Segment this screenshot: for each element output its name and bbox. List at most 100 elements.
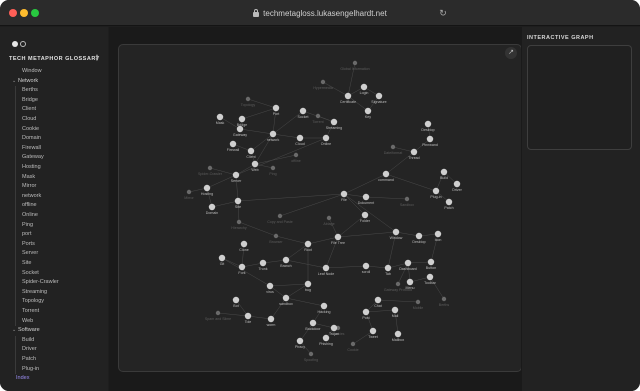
graph-node-dot[interactable] xyxy=(269,130,277,138)
graph-node-dot[interactable] xyxy=(309,319,317,327)
graph-node[interactable]: Hypermedia xyxy=(313,79,333,90)
graph-node[interactable]: Mailbox xyxy=(392,330,405,342)
graph-canvas[interactable]: Global Information Hypermedia Certificate L… xyxy=(118,44,522,372)
graph-node-dot[interactable] xyxy=(315,113,321,119)
graph-node-dot[interactable] xyxy=(406,278,414,286)
maximize-window-button[interactable] xyxy=(31,9,39,17)
graph-node[interactable]: Dokument xyxy=(358,193,374,205)
tree-item[interactable]: Streaming xyxy=(22,288,47,297)
interactive-graph-preview[interactable] xyxy=(527,45,632,150)
graph-node-dot[interactable] xyxy=(293,152,299,158)
graph-node[interactable]: Post xyxy=(362,308,370,320)
graph-node[interactable]: Spider-Crawler xyxy=(198,165,223,176)
graph-node[interactable]: Tab xyxy=(384,264,392,276)
tree-item[interactable]: Driver xyxy=(22,345,37,354)
expand-icon[interactable]: ↗ xyxy=(505,47,517,59)
graph-node-dot[interactable] xyxy=(320,79,326,85)
graph-node-dot[interactable] xyxy=(352,60,358,66)
graph-node-dot[interactable] xyxy=(245,96,251,102)
tree-item[interactable]: Ping xyxy=(22,221,33,230)
graph-node-dot[interactable] xyxy=(427,258,435,266)
minimize-window-button[interactable] xyxy=(20,9,28,17)
graph-node[interactable]: Torrent xyxy=(312,113,324,124)
graph-node-dot[interactable] xyxy=(369,327,377,335)
graph-node-dot[interactable] xyxy=(238,263,246,271)
graph-node-dot[interactable] xyxy=(320,302,328,310)
graph-node[interactable]: Hacking xyxy=(318,302,331,314)
graph-node-dot[interactable] xyxy=(391,306,399,314)
graph-node-dot[interactable] xyxy=(308,351,314,357)
graph-node-dot[interactable] xyxy=(395,281,401,287)
graph-node-dot[interactable] xyxy=(299,107,307,115)
graph-node[interactable]: Clone xyxy=(239,240,249,252)
graph-node-dot[interactable] xyxy=(344,92,352,100)
graph-node[interactable]: Gateway xyxy=(233,125,247,137)
tree-item[interactable]: Bridge xyxy=(22,96,38,105)
graph-node[interactable]: Site xyxy=(234,197,242,209)
graph-node-dot[interactable] xyxy=(384,264,392,272)
graph-node-dot[interactable] xyxy=(330,324,338,332)
graph-node-dot[interactable] xyxy=(273,233,279,239)
graph-node-dot[interactable] xyxy=(426,273,434,281)
graph-node-dot[interactable] xyxy=(322,334,330,342)
graph-node-dot[interactable] xyxy=(277,213,283,219)
folder-software[interactable]: ⌄ Software xyxy=(12,326,40,335)
graph-node-dot[interactable] xyxy=(304,280,312,288)
graph-node-dot[interactable] xyxy=(340,190,348,198)
graph-node-dot[interactable] xyxy=(404,259,412,267)
graph-node-dot[interactable] xyxy=(266,282,274,290)
graph-node[interactable]: Hosting xyxy=(201,184,213,196)
graph-node-dot[interactable] xyxy=(244,312,252,320)
graph-node[interactable]: Dashboard xyxy=(399,259,417,271)
graph-node[interactable]: Signature xyxy=(371,92,387,104)
graph-node[interactable]: Tole xyxy=(244,312,252,324)
folder-network[interactable]: ⌄ Network xyxy=(12,77,38,86)
graph-node-dot[interactable] xyxy=(296,337,304,345)
tree-item[interactable]: Ports xyxy=(22,240,35,249)
graph-node-dot[interactable] xyxy=(440,168,448,176)
graph-node[interactable]: Leaf Node xyxy=(318,264,335,276)
graph-node-dot[interactable] xyxy=(424,120,432,128)
tree-item[interactable]: Socket xyxy=(22,269,39,278)
address-bar[interactable]: techmetagloss.lukasengelhardt.net xyxy=(200,7,440,19)
tree-item[interactable]: Topology xyxy=(22,297,44,306)
graph-node-dot[interactable] xyxy=(232,296,240,304)
graph-node[interactable]: scroll xyxy=(362,262,371,274)
graph-node-dot[interactable] xyxy=(247,147,255,155)
graph-node-dot[interactable] xyxy=(362,262,370,270)
graph-node-dot[interactable] xyxy=(434,230,442,238)
graph-node-dot[interactable] xyxy=(232,171,240,179)
graph-node[interactable]: Pinnwand xyxy=(422,135,438,147)
tree-item[interactable]: Firewall xyxy=(22,144,41,153)
tree-item[interactable]: Torrent xyxy=(22,307,39,316)
tree-item[interactable]: Cookie xyxy=(22,125,39,134)
graph-node-dot[interactable] xyxy=(453,180,461,188)
graph-node-dot[interactable] xyxy=(216,113,224,121)
graph-node-dot[interactable] xyxy=(394,330,402,338)
graph-node[interactable]: Driver xyxy=(452,180,463,192)
graph-node-dot[interactable] xyxy=(272,104,280,112)
graph-node-dot[interactable] xyxy=(374,296,382,304)
graph-node-dot[interactable] xyxy=(364,107,372,115)
graph-node[interactable]: Mask xyxy=(216,113,225,125)
graph-node[interactable]: Fork xyxy=(238,263,246,275)
graph-node[interactable]: Bot xyxy=(232,296,240,308)
graph-node[interactable]: Cookie xyxy=(347,341,359,352)
graph-node-dot[interactable] xyxy=(259,259,267,267)
graph-node[interactable]: worm xyxy=(267,315,276,327)
graph-node[interactable]: Socket xyxy=(298,107,309,119)
tree-item[interactable]: offline xyxy=(22,201,37,210)
graph-node-dot[interactable] xyxy=(445,198,453,206)
graph-node[interactable]: Copy and Paste xyxy=(267,213,293,224)
tree-item[interactable]: Gateway xyxy=(22,153,44,162)
graph-node-dot[interactable] xyxy=(186,189,192,195)
graph-node[interactable]: Key xyxy=(364,107,372,119)
graph-node[interactable]: Browser xyxy=(269,233,283,244)
reload-icon[interactable]: ↻ xyxy=(438,8,448,18)
graph-node-dot[interactable] xyxy=(322,134,330,142)
graph-node[interactable]: Spam and Slime xyxy=(205,310,231,321)
tree-item[interactable]: Domain xyxy=(22,134,41,143)
graph-node[interactable]: sandbox xyxy=(279,294,293,306)
graph-node[interactable]: Sandbox xyxy=(400,196,414,207)
tree-item[interactable]: Web xyxy=(22,317,33,326)
